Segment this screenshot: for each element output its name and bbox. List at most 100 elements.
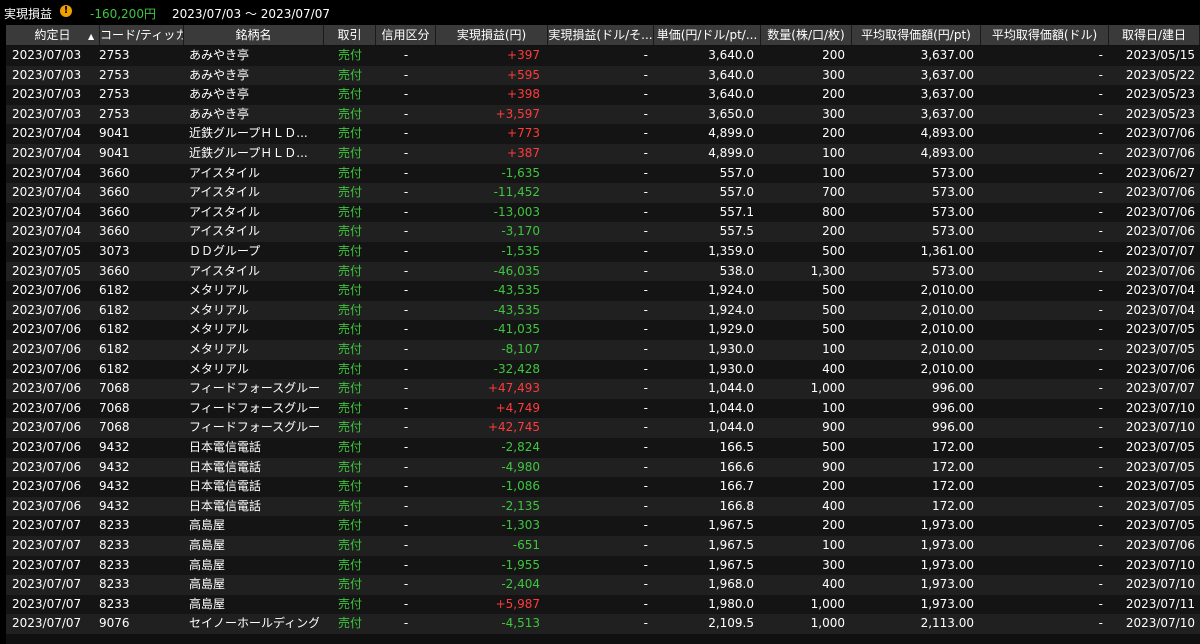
col-header-credit[interactable]: 信用区分 <box>376 25 436 45</box>
cell-code: 7068 <box>99 420 130 435</box>
table-row[interactable]: 2023/07/06 6182 メタリアル 売付 - -41,035 - 1,929.0 500… <box>6 320 1200 340</box>
cell-avg-usd: - <box>1098 518 1103 533</box>
cell-credit: - <box>403 479 409 494</box>
table-row[interactable]: 2023/07/07 9076 セイノーホールディングス 売付 - -4,513 - 2,10… <box>6 614 1200 634</box>
col-header-avg-usd[interactable]: 平均取得価額(ドル) <box>981 25 1109 45</box>
cell-qty: 200 <box>822 126 845 141</box>
cell-side: 売付 <box>337 146 362 160</box>
cell-name: 高島屋 <box>189 538 226 552</box>
cell-pl-usd: - <box>643 577 648 592</box>
table-row[interactable]: 2023/07/03 2753 あみやき亭 売付 - +398 - 3,640.0 200 3,6… <box>6 85 1200 105</box>
table-row[interactable]: 2023/07/06 6182 メタリアル 売付 - -32,428 - 1,930.0 400… <box>6 359 1200 380</box>
table-header: 約定日▲ コード/ティッカー 銘柄名 取引 信用区分 実現損益(円) 実現損益(… <box>6 25 1200 45</box>
cell-price: 1,980.0 <box>708 596 754 611</box>
table-row[interactable]: 2023/07/07 8233 高島屋 売付 - -2,404 - 1,968.0 400 1,9… <box>6 575 1200 595</box>
warning-icon[interactable]: ! <box>60 5 72 17</box>
cell-date: 2023/07/04 <box>12 224 82 239</box>
cell-date: 2023/07/06 <box>12 440 82 454</box>
col-header-pl-jpy[interactable]: 実現損益(円) <box>436 25 548 45</box>
cell-date: 2023/07/05 <box>12 244 82 258</box>
table-row[interactable]: 2023/07/06 6182 メタリアル 売付 - -43,535 - 1,924.0 500… <box>6 281 1200 301</box>
cell-price: 166.7 <box>719 479 754 494</box>
table-row[interactable]: 2023/07/05 3073 ＤＤグループ 売付 - -1,535 - 1,359.0 500… <box>6 242 1200 262</box>
table-row[interactable]: 2023/07/04 3660 アイスタイル 売付 - -11,452 - 557.0 700 5… <box>6 183 1200 203</box>
cell-pl-jpy: -4,513 <box>501 616 540 631</box>
cell-date: 2023/07/06 <box>12 479 82 494</box>
col-header-price[interactable]: 単価(円/ドル/pt/... <box>654 25 761 45</box>
table-row[interactable]: 2023/07/07 8233 高島屋 売付 - -651 - 1,967.5 100 1,973… <box>6 536 1200 556</box>
table-row[interactable]: 2023/07/06 6182 メタリアル 売付 - -8,107 - 1,930.0 100 2… <box>6 340 1200 360</box>
col-header-pl-usd[interactable]: 実現損益(ドル/そ... <box>548 25 654 45</box>
table-row[interactable]: 2023/07/06 9432 日本電信電話 売付 - -2,824 - 166.5 500 17… <box>6 438 1200 458</box>
table-row[interactable]: 2023/07/04 3660 アイスタイル 売付 - -1,635 - 557.0 100 57… <box>6 163 1200 184</box>
cell-qty: 1,300 <box>810 263 845 278</box>
cell-qty: 300 <box>822 557 845 572</box>
cell-acq-date: 2023/05/23 <box>1125 106 1195 121</box>
cell-date: 2023/07/03 <box>12 48 82 62</box>
cell-pl-jpy: +398 <box>507 87 540 102</box>
cell-avg-jpy: 172.00 <box>932 498 974 513</box>
col-header-code[interactable]: コード/ティッカー <box>100 25 184 45</box>
table-row[interactable]: 2023/07/06 9432 日本電信電話 売付 - -1,086 - 166.7 200 17… <box>6 477 1200 497</box>
cell-name: アイスタイル <box>189 165 261 180</box>
cell-qty: 100 <box>822 342 845 356</box>
cell-pl-usd: - <box>643 616 648 631</box>
table-row[interactable]: 2023/07/04 3660 アイスタイル 売付 - -13,003 - 557.1 800 5… <box>6 202 1200 223</box>
table-row[interactable]: 2023/07/04 9041 近鉄グループＨＬＤ... 売付 - +387 - 4,899.… <box>6 144 1200 164</box>
table-row[interactable]: 2023/07/06 7068 フィードフォースグループ 売付 - +47,493 - 1,0… <box>6 379 1200 399</box>
cell-pl-usd: - <box>643 361 648 376</box>
cell-side: 売付 <box>337 596 362 611</box>
table-row[interactable]: 2023/07/05 3660 アイスタイル 売付 - -46,035 - 538.0 1,30… <box>6 261 1200 282</box>
cell-avg-usd: - <box>1098 557 1103 572</box>
cell-name: 日本電信電話 <box>189 498 262 513</box>
total-realized-pl: -160,200円 <box>90 7 156 21</box>
cell-code: 3073 <box>99 244 130 258</box>
cell-date: 2023/07/04 <box>12 146 82 160</box>
cell-avg-jpy: 1,973.00 <box>920 518 974 533</box>
cell-side: 売付 <box>337 498 362 513</box>
col-header-date[interactable]: 約定日 ▲ <box>6 25 100 45</box>
cell-avg-usd: - <box>1098 224 1103 239</box>
cell-acq-date: 2023/07/10 <box>1125 557 1195 572</box>
table-row[interactable]: 2023/07/06 9432 日本電信電話 売付 - -4,980 - 166.6 900 17… <box>6 457 1200 478</box>
cell-price: 166.6 <box>719 459 754 474</box>
col-header-acq-date[interactable]: 取得日/建日 <box>1109 25 1200 45</box>
cell-avg-jpy: 1,973.00 <box>920 557 974 572</box>
cell-side: 売付 <box>337 479 362 494</box>
table-row[interactable]: 2023/07/06 6182 メタリアル 売付 - -43,535 - 1,924.0 500… <box>6 300 1200 321</box>
cell-credit: - <box>403 224 409 239</box>
cell-pl-jpy: -1,086 <box>501 479 540 494</box>
cell-name: アイスタイル <box>189 263 261 278</box>
cell-side: 売付 <box>337 244 362 258</box>
cell-pl-jpy: -43,535 <box>493 283 540 298</box>
cell-date: 2023/07/07 <box>12 518 82 533</box>
table-row[interactable]: 2023/07/03 2753 あみやき亭 売付 - +3,597 - 3,650.0 300 3… <box>6 104 1200 125</box>
cell-price: 166.8 <box>719 498 754 513</box>
cell-price: 557.0 <box>719 165 754 180</box>
cell-pl-usd: - <box>643 440 648 454</box>
cell-acq-date: 2023/07/06 <box>1125 126 1195 141</box>
cell-code: 3660 <box>99 204 130 219</box>
table-row[interactable]: 2023/07/03 2753 あみやき亭 売付 - +595 - 3,640.0 300 3,6… <box>6 65 1200 86</box>
cell-pl-jpy: -651 <box>512 538 540 552</box>
col-header-avg-jpy[interactable]: 平均取得価額(円/pt) <box>852 25 981 45</box>
cell-qty: 900 <box>822 420 845 435</box>
cell-date: 2023/07/06 <box>12 420 82 435</box>
cell-avg-jpy: 3,637.00 <box>920 87 974 102</box>
table-row[interactable]: 2023/07/06 7068 フィードフォースグループ 売付 - +42,745 - 1,0… <box>6 418 1200 438</box>
table-row[interactable]: 2023/07/04 9041 近鉄グループＨＬＤ... 売付 - +773 - 4,899.… <box>6 124 1200 144</box>
table-row[interactable]: 2023/07/07 8233 高島屋 売付 - +5,987 - 1,980.0 1,000 1… <box>6 594 1200 615</box>
cell-code: 9041 <box>99 126 130 141</box>
cell-date: 2023/07/06 <box>12 381 82 396</box>
table-row[interactable]: 2023/07/07 8233 高島屋 売付 - -1,955 - 1,967.5 300 1,9… <box>6 555 1200 576</box>
table-row[interactable]: 2023/07/06 9432 日本電信電話 売付 - -2,135 - 166.8 400 17… <box>6 496 1200 517</box>
table-row[interactable]: 2023/07/07 8233 高島屋 売付 - -1,303 - 1,967.5 200 1,9… <box>6 516 1200 536</box>
table-row[interactable]: 2023/07/03 2753 あみやき亭 売付 - +397 - 3,640.0 200 3,6… <box>6 46 1200 66</box>
cell-credit: - <box>403 596 409 611</box>
col-header-side[interactable]: 取引 <box>324 25 376 45</box>
table-row[interactable]: 2023/07/04 3660 アイスタイル 売付 - -3,170 - 557.5 200 57… <box>6 222 1200 242</box>
table-row[interactable]: 2023/07/06 7068 フィードフォースグループ 売付 - +4,749 - 1,04… <box>6 398 1200 419</box>
cell-date: 2023/07/07 <box>12 557 82 572</box>
col-header-qty[interactable]: 数量(株/口/枚) <box>761 25 852 45</box>
col-header-name[interactable]: 銘柄名 <box>184 25 324 45</box>
